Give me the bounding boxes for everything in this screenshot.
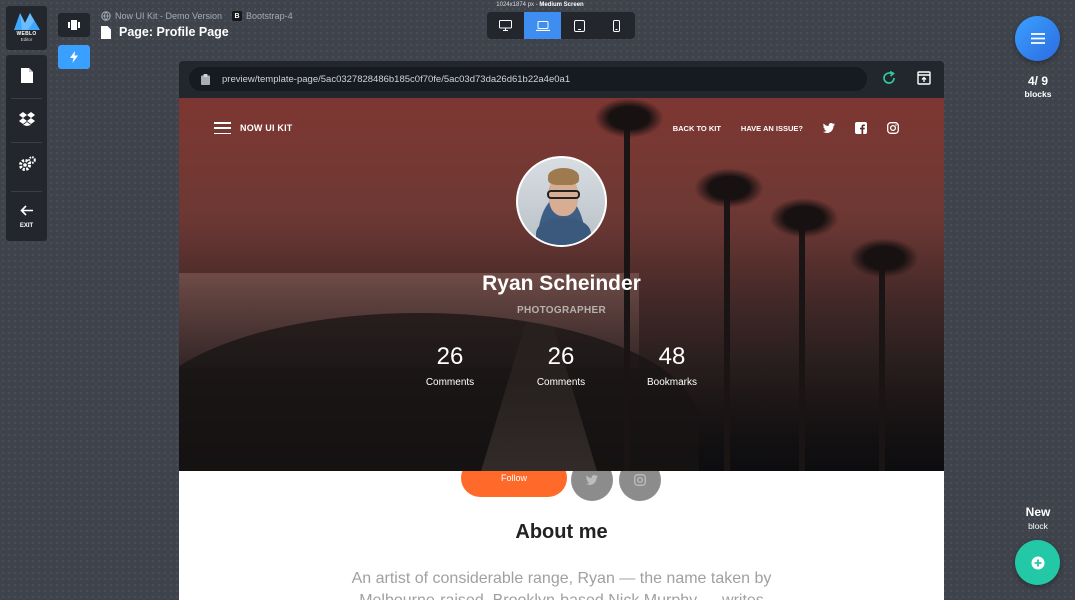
breadcrumb: Now UI Kit - Demo Version B Bootstrap-4 bbox=[101, 11, 293, 21]
weblo-logo[interactable]: WEBLO Editor bbox=[6, 6, 47, 50]
hamburger-icon[interactable] bbox=[214, 122, 231, 134]
stat-comments: 26 Comments bbox=[506, 343, 616, 388]
about-text: An artist of considerable range, Ryan — … bbox=[351, 570, 772, 600]
mobile-icon bbox=[613, 19, 620, 32]
tablet-view-button[interactable] bbox=[561, 12, 598, 39]
tablet-icon bbox=[574, 19, 585, 32]
lightning-icon bbox=[70, 51, 78, 63]
palm-fronds bbox=[594, 98, 664, 138]
desktop-icon bbox=[499, 20, 512, 31]
page-icon bbox=[101, 25, 111, 39]
globe-icon bbox=[101, 11, 111, 21]
palm-fronds bbox=[694, 168, 764, 208]
profile-role: PHOTOGRAPHER bbox=[517, 305, 606, 316]
mobile-view-button[interactable] bbox=[598, 12, 635, 39]
twitter-icon bbox=[586, 475, 598, 485]
exit-button[interactable] bbox=[6, 205, 47, 216]
instagram-icon[interactable] bbox=[887, 122, 899, 134]
url-bar[interactable]: preview/template-page/5ac0327828486b185c… bbox=[189, 67, 867, 91]
about-title: About me bbox=[515, 521, 608, 543]
new-block-sublabel: block bbox=[1028, 521, 1048, 531]
pages-button[interactable] bbox=[6, 68, 47, 83]
document-icon bbox=[20, 68, 33, 83]
add-block-button[interactable] bbox=[1015, 540, 1060, 585]
palm-tree bbox=[724, 178, 730, 471]
screen-dims: 1024x1874 px - bbox=[496, 2, 538, 8]
arrow-left-icon bbox=[19, 205, 34, 216]
blocks-menu-button[interactable] bbox=[1015, 16, 1060, 61]
plus-icon bbox=[1031, 556, 1045, 570]
quick-action-button[interactable] bbox=[58, 45, 90, 69]
profile-avatar bbox=[516, 156, 607, 247]
desktop-view-button[interactable] bbox=[487, 12, 524, 39]
toolbar-divider bbox=[11, 142, 42, 143]
screen-size-label: 1024x1874 px - Medium Screen bbox=[470, 2, 610, 8]
framework-name: Bootstrap-4 bbox=[246, 11, 293, 21]
url-text: preview/template-page/5ac0327828486b185c… bbox=[222, 73, 571, 85]
new-block-label: New bbox=[1025, 505, 1051, 519]
instagram-icon bbox=[634, 474, 646, 486]
refresh-icon[interactable] bbox=[882, 71, 896, 85]
preview-frame: preview/template-page/5ac0327828486b185c… bbox=[179, 61, 944, 600]
have-issue-link[interactable]: HAVE AN ISSUE? bbox=[741, 124, 803, 133]
weblo-logo-icon bbox=[12, 9, 42, 31]
brand-text: NOW UI KIT bbox=[240, 123, 293, 133]
profile-hero: NOW UI KIT BACK TO KIT HAVE AN ISSUE? Ry… bbox=[179, 98, 944, 471]
facebook-icon[interactable] bbox=[855, 122, 867, 134]
bootstrap-icon: B bbox=[232, 11, 243, 21]
blocks-count: 4/ 9 bbox=[1027, 74, 1048, 88]
site-nav: BACK TO KIT HAVE AN ISSUE? bbox=[673, 122, 899, 134]
about-section: Follow About me An artist of considerabl… bbox=[179, 471, 944, 600]
stat-comments: 26 Comments bbox=[395, 343, 505, 388]
blocks-icon bbox=[68, 20, 80, 30]
menu-icon bbox=[1030, 33, 1045, 44]
gears-icon bbox=[18, 156, 36, 172]
toolbar-divider bbox=[11, 98, 42, 99]
open-external-icon[interactable] bbox=[917, 71, 931, 85]
stat-label: Comments bbox=[536, 377, 586, 388]
toolbar-divider bbox=[11, 191, 42, 192]
page-title[interactable]: Page: Profile Page bbox=[101, 25, 229, 39]
device-toggle bbox=[487, 12, 635, 39]
blocks-view-button[interactable] bbox=[58, 13, 90, 37]
dropbox-icon bbox=[18, 112, 35, 126]
clipboard-icon[interactable] bbox=[201, 73, 210, 85]
stat-value: 26 bbox=[436, 343, 464, 370]
follow-button[interactable]: Follow bbox=[461, 471, 567, 497]
profile-name: Ryan Scheinder bbox=[482, 272, 641, 295]
exit-label: EXIT bbox=[19, 223, 34, 229]
page-title-text: Page: Profile Page bbox=[119, 25, 229, 39]
project-name[interactable]: Now UI Kit - Demo Version bbox=[115, 11, 222, 21]
stat-bookmarks: 48 Bookmarks bbox=[617, 343, 727, 388]
palm-tree bbox=[799, 208, 805, 471]
dropbox-button[interactable] bbox=[6, 112, 47, 126]
screen-name: Medium Screen bbox=[539, 2, 584, 8]
back-to-kit-link[interactable]: BACK TO KIT bbox=[673, 124, 721, 133]
twitter-icon[interactable] bbox=[823, 123, 835, 133]
stat-label: Comments bbox=[425, 377, 475, 388]
twitter-button[interactable] bbox=[571, 471, 613, 501]
palm-fronds bbox=[769, 198, 839, 238]
stat-label: Bookmarks bbox=[646, 377, 697, 388]
logo-subtext: Editor bbox=[20, 37, 33, 42]
site-brand[interactable]: NOW UI KIT bbox=[214, 122, 293, 134]
stat-value: 48 bbox=[658, 343, 686, 370]
laptop-icon bbox=[535, 20, 550, 31]
settings-button[interactable] bbox=[6, 156, 47, 172]
instagram-button[interactable] bbox=[619, 471, 661, 501]
blocks-label: blocks bbox=[1024, 89, 1052, 99]
laptop-view-button[interactable] bbox=[524, 12, 561, 39]
left-toolbar: EXIT bbox=[6, 55, 47, 241]
stat-value: 26 bbox=[547, 343, 575, 370]
